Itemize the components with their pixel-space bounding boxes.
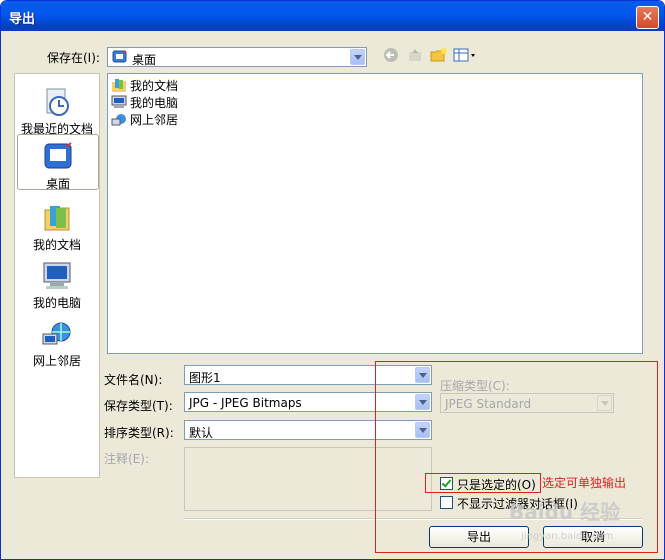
list-item[interactable]: 我的文档 [111,77,178,94]
view-menu-icon [453,48,475,62]
recent-documents-icon [46,88,69,116]
places-item-network[interactable]: 网上邻居 [17,312,97,369]
places-item-label: 我的文档 [32,238,81,252]
view-menu-button[interactable] [453,47,477,67]
list-item[interactable]: 我的电脑 [111,94,178,111]
places-item-recent[interactable]: 我最近的文档 [17,80,97,137]
sort-value: 默认 [189,426,214,440]
network-places-icon [42,322,71,345]
up-folder-icon [409,49,421,61]
file-list[interactable]: 我的文档 我的电脑 网上邻居 [107,73,643,354]
places-item-my-computer[interactable]: 我的电脑 [17,254,97,311]
places-item-label: 我的电脑 [32,296,81,310]
my-computer-icon [111,95,127,108]
filename-label: 文件名(N): [104,373,163,387]
close-icon: ✕ [641,9,654,25]
places-bar: 我最近的文档 桌面 我的文档 我的电脑 网上邻居 [14,73,100,478]
filename-value: 图形1 [189,371,221,385]
watermark-logo: Baidu 经验 [509,500,621,524]
list-item[interactable]: 网上邻居 [111,111,178,128]
places-item-desktop[interactable]: 桌面 [17,134,99,191]
title-bar: 导出 ✕ [1,1,664,31]
places-item-label: 桌面 [45,177,70,191]
save-in-value: 桌面 [132,53,157,67]
back-button[interactable] [381,47,401,67]
new-folder-icon [430,48,447,62]
desktop-icon [44,142,72,169]
watermark-url: jingyan.baidu.com [521,531,614,542]
back-icon [384,48,398,62]
export-dialog: 导出 ✕ 保存在(I): 桌面 我最近的文档 桌面 我的文档 我的电脑 网上邻居… [0,0,665,560]
my-documents-icon [44,206,70,231]
desktop-icon [112,50,127,63]
new-folder-button[interactable] [429,47,449,67]
save-in-label: 保存在(I): [47,51,100,65]
save-in-select[interactable]: 桌面 [107,47,367,67]
places-item-label: 网上邻居 [32,354,81,368]
places-item-my-documents[interactable]: 我的文档 [17,196,97,253]
savetype-value: JPG - JPEG Bitmaps [189,396,302,410]
savetype-label: 保存类型(T): [104,399,173,413]
dialog-title: 导出 [9,12,36,27]
chevron-down-icon[interactable] [350,49,365,65]
network-places-icon [111,114,126,126]
notes-label: 注释(E): [104,452,149,466]
up-folder-button[interactable] [405,47,425,67]
my-computer-icon [43,262,71,289]
close-button[interactable]: ✕ [636,6,659,29]
my-documents-icon [112,79,126,92]
sort-label: 排序类型(R): [104,426,174,440]
